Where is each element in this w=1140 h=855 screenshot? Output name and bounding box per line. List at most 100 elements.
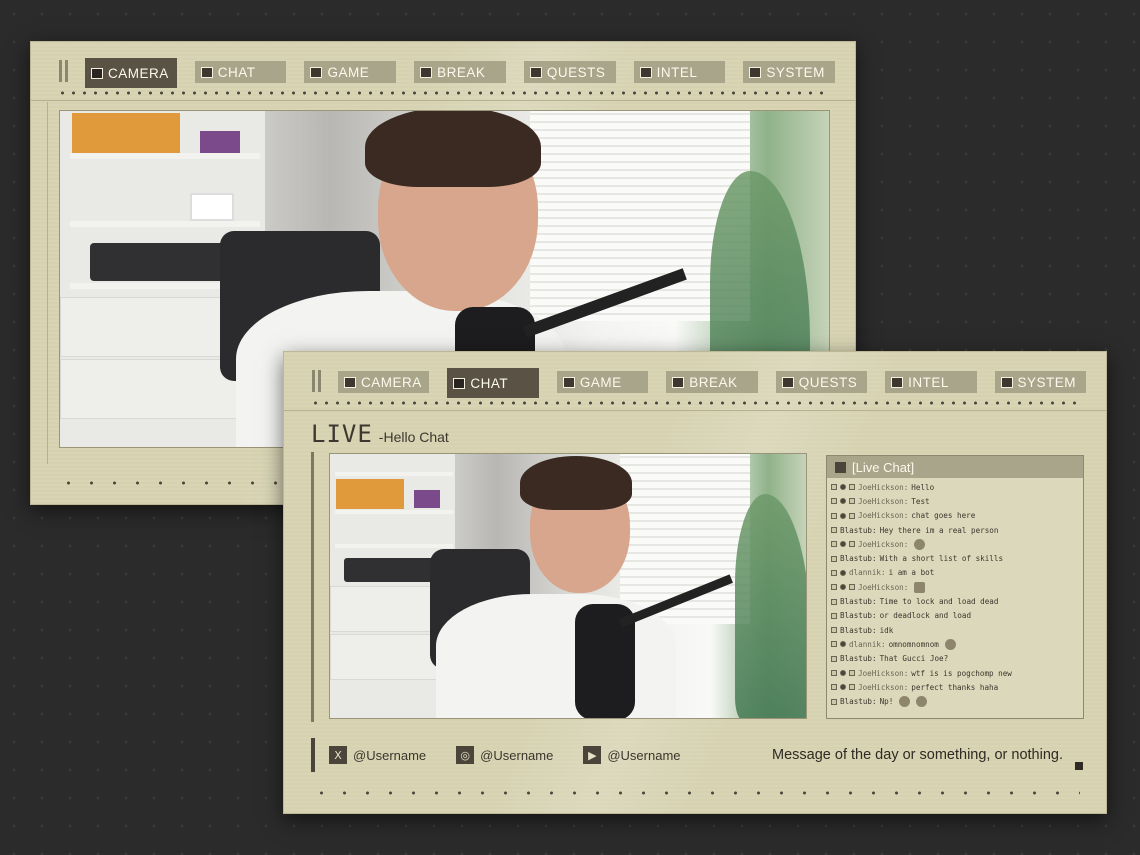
user-badge-icon xyxy=(831,484,837,491)
frame-line xyxy=(47,102,48,464)
user-badge-icon xyxy=(840,541,846,548)
chat-text: omnomnomnom xyxy=(888,639,939,649)
chat-username[interactable]: Blastub: xyxy=(840,526,877,535)
shelf-items xyxy=(90,243,240,281)
user-badge-icon xyxy=(849,541,855,548)
user-badge-icon xyxy=(840,498,846,505)
tab-break[interactable]: BREAK xyxy=(666,371,758,393)
chat-username[interactable]: JoeHickson: xyxy=(858,540,908,549)
plant xyxy=(735,494,806,718)
tab-camera[interactable]: CAMERA xyxy=(338,371,430,393)
person-hair xyxy=(520,456,632,510)
user-badge-icon xyxy=(849,512,855,519)
drag-handle[interactable] xyxy=(57,58,71,86)
social-handle: @Username xyxy=(353,747,427,763)
chat-message: Blastub: Time to lock and load dead xyxy=(831,594,1079,608)
storage-box xyxy=(414,490,440,508)
social-instagram[interactable]: ◎ @Username xyxy=(456,746,553,764)
tab-camera[interactable]: CAMERA xyxy=(85,58,177,88)
social-x[interactable]: X @Username xyxy=(329,746,426,764)
tab-intel[interactable]: INTEL xyxy=(633,61,726,83)
user-badge-icon xyxy=(831,555,837,562)
chat-message: JoeHickson: perfect thanks haha xyxy=(831,680,1079,694)
chat-message: Blastub: idk xyxy=(831,623,1079,637)
chat-username[interactable]: Blastub: xyxy=(840,611,877,620)
user-badge-icon xyxy=(831,584,837,591)
tab-game[interactable]: GAME xyxy=(556,371,649,393)
dot-divider xyxy=(310,790,1080,796)
chat-text: perfect thanks haha xyxy=(911,682,999,692)
storage-box xyxy=(336,479,404,509)
tab-chat[interactable]: CHAT xyxy=(194,61,287,83)
tab-quests[interactable]: QUESTS xyxy=(775,371,868,393)
dot-divider xyxy=(57,90,829,96)
system-icon xyxy=(1000,376,1013,388)
tab-system[interactable]: SYSTEM xyxy=(994,371,1086,393)
chat-header: [Live Chat] xyxy=(827,456,1083,478)
user-badge-icon xyxy=(840,684,846,691)
emote-face-icon xyxy=(914,538,926,550)
user-badge-icon xyxy=(840,484,846,491)
chat-username[interactable]: Blastub: xyxy=(840,626,877,635)
shelf-board xyxy=(335,510,453,514)
chat-username[interactable]: dlannik: xyxy=(849,568,886,577)
chat-text: i am a bot xyxy=(888,568,935,578)
dot-divider xyxy=(310,400,1080,406)
social-handle: @Username xyxy=(607,747,681,763)
frame-accent xyxy=(311,452,314,722)
chat-message: JoeHickson: chat goes here xyxy=(831,509,1079,523)
chat-text: Np! xyxy=(879,697,894,707)
tab-bar: CAMERA CHAT GAME BREAK QUESTS INTEL SYST… xyxy=(57,58,836,88)
live-chat-panel: [Live Chat] JoeHickson: Hello JoeHickson: T… xyxy=(826,455,1084,719)
tab-intel[interactable]: INTEL xyxy=(885,371,977,393)
user-badge-icon xyxy=(831,684,837,691)
social-youtube[interactable]: ▶ @Username xyxy=(583,746,681,764)
user-badge-icon xyxy=(831,698,837,705)
tab-game[interactable]: GAME xyxy=(304,61,397,83)
intel-icon xyxy=(639,66,652,78)
user-badge-icon xyxy=(831,655,837,662)
shelf-board xyxy=(335,544,453,548)
chat-username[interactable]: JoeHickson: xyxy=(858,497,908,506)
user-badge-icon xyxy=(840,584,846,591)
chat-username[interactable]: JoeHickson: xyxy=(858,583,908,592)
chat-icon xyxy=(835,461,846,473)
drag-handle[interactable] xyxy=(310,368,324,396)
tab-chat[interactable]: CHAT xyxy=(447,368,539,398)
chat-username[interactable]: Blastub: xyxy=(840,554,877,563)
chat-icon xyxy=(200,66,213,78)
shelf-board xyxy=(335,472,453,476)
youtube-icon: ▶ xyxy=(583,746,602,764)
chat-username[interactable]: Blastub: xyxy=(840,597,877,606)
tab-quests[interactable]: QUESTS xyxy=(523,61,616,83)
chat-text: With a short list of skills xyxy=(879,554,1004,564)
chat-username[interactable]: JoeHickson: xyxy=(858,511,908,520)
chat-username[interactable]: Blastub: xyxy=(840,654,877,663)
chat-message: JoeHickson: xyxy=(831,537,1079,551)
chat-text: Hello xyxy=(911,482,935,492)
tab-system[interactable]: SYSTEM xyxy=(743,61,836,83)
chat-message: JoeHickson: Test xyxy=(831,494,1079,508)
chat-username[interactable]: Blastub: xyxy=(840,697,877,706)
chat-username[interactable]: dlannik: xyxy=(849,640,886,649)
chat-text: idk xyxy=(879,625,894,635)
chat-username[interactable]: JoeHickson: xyxy=(858,669,908,678)
user-badge-icon xyxy=(831,598,837,605)
divider xyxy=(284,410,1106,411)
chat-message: JoeHickson: wtf is is pogchomp new xyxy=(831,666,1079,680)
message-of-the-day: Message of the day or something, or noth… xyxy=(772,747,1063,763)
chat-username[interactable]: JoeHickson: xyxy=(858,483,908,492)
chat-message-list[interactable]: JoeHickson: Hello JoeHickson: Test JoeHickso… xyxy=(827,478,1083,711)
user-badge-icon xyxy=(849,484,855,491)
tab-break[interactable]: BREAK xyxy=(414,61,506,83)
webcam-feed xyxy=(329,453,807,719)
shelf-items xyxy=(344,558,444,582)
chat-message: Blastub: Np! xyxy=(831,694,1079,708)
user-badge-icon xyxy=(849,498,855,505)
camera-icon xyxy=(344,376,356,388)
chat-username[interactable]: JoeHickson: xyxy=(858,683,908,692)
chat-message: Blastub: Hey there im a real person xyxy=(831,523,1079,537)
emote-bird-icon xyxy=(944,638,956,650)
break-icon xyxy=(420,66,433,78)
social-handle: @Username xyxy=(480,747,554,763)
